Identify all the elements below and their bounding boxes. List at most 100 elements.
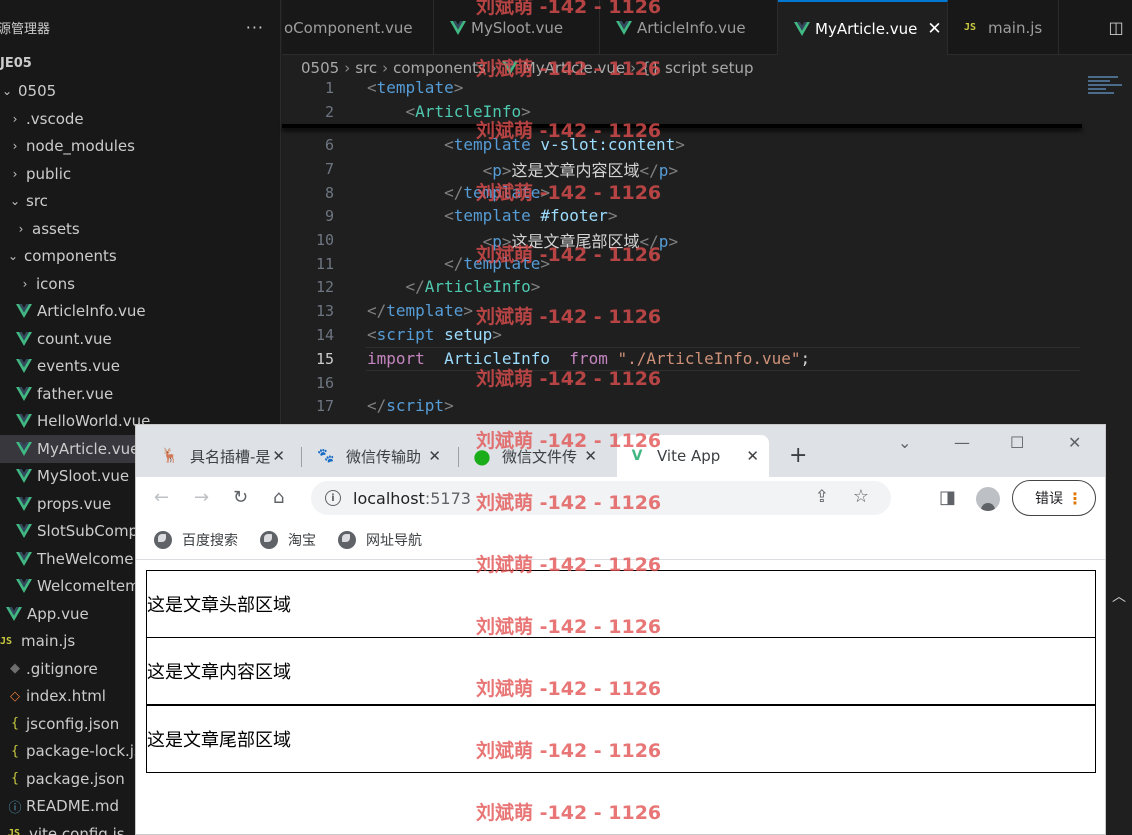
breadcrumb-item[interactable]: src (355, 59, 377, 77)
tree-item[interactable]: ⌄ 0505 (0, 78, 281, 106)
vue-file-icon (6, 606, 22, 621)
back-icon[interactable]: ← (154, 487, 169, 508)
code-line[interactable]: 8 </template> (282, 181, 1082, 205)
tab-search-icon[interactable]: ⌄ (898, 433, 911, 452)
code-token: setup (444, 325, 493, 345)
tree-item[interactable]: › .vscode (0, 105, 281, 133)
code-token: 这是文章尾部区域 (511, 231, 640, 251)
code-token: > (540, 254, 551, 274)
browser-tab[interactable]: 🐾 微信传输助 ✕ (306, 435, 451, 477)
code-token: </ (405, 277, 425, 297)
line-number: 12 (315, 277, 334, 296)
maximize-button[interactable]: ☐ (1010, 433, 1024, 452)
code-line[interactable]: 2 <ArticleInfo> (282, 100, 1082, 124)
tree-item-label: father.vue (37, 384, 114, 403)
browser-tab[interactable]: ● 微信文件传 ✕ (462, 435, 607, 477)
line-number: 6 (324, 135, 334, 154)
code-line[interactable]: 14 <script setup> (282, 323, 1082, 347)
code-line[interactable]: 16 (282, 371, 1082, 395)
home-icon[interactable]: ⌂ (273, 487, 284, 508)
tree-item[interactable]: count.vue (0, 325, 281, 353)
code-line[interactable]: 11 </template> (282, 252, 1082, 276)
tree-item-label: main.js (21, 632, 76, 651)
code-token: p (492, 231, 502, 251)
editor-tab[interactable]: JS main.js (948, 0, 1060, 55)
code-line[interactable]: 9 <template #footer> (282, 204, 1082, 228)
tab-title: 具名插槽-是 (190, 447, 271, 466)
browser-tab-active[interactable]: V Vite App ✕ (617, 435, 769, 477)
browser-tab[interactable]: 🦌 具名插槽-是 ✕ (150, 435, 295, 477)
tree-item-label: MySloot.vue (37, 467, 130, 486)
chevron-right-icon: › (12, 139, 18, 154)
breadcrumb-item[interactable]: components (393, 59, 486, 77)
editor-tab[interactable]: oComponent.vue (282, 0, 434, 55)
breadcrumb-item[interactable]: {} script setup (641, 59, 753, 77)
tree-item[interactable]: › assets (0, 215, 281, 243)
line-number: 14 (315, 325, 334, 344)
bookmark-label: 网址导航 (366, 532, 422, 549)
profile-avatar[interactable] (976, 487, 1000, 511)
code-line[interactable]: 10 <p>这是文章尾部区域</p> (282, 228, 1082, 252)
tree-item[interactable]: ⌄ src (0, 188, 281, 216)
code-line[interactable]: 7 <p>这是文章内容区域</p> (282, 157, 1082, 181)
url-port: :5173 (424, 488, 471, 508)
tree-item[interactable]: JE05 (0, 50, 281, 78)
code-line[interactable]: 17 </script> (282, 394, 1082, 418)
tree-item[interactable]: ArticleInfo.vue (0, 298, 281, 326)
code-token: template (376, 78, 454, 98)
code-line[interactable]: 15 import ArticleInfo from "./ArticleInfo… (282, 347, 1082, 371)
code-line[interactable]: 1 <template> (282, 76, 1082, 100)
bookmark-item[interactable]: 淘宝 (260, 530, 316, 550)
close-window-button[interactable]: ✕ (1068, 433, 1081, 452)
close-tab-icon[interactable]: ✕ (584, 447, 597, 465)
address-bar[interactable]: i localhost:5173 ⇪ ☆ (311, 481, 891, 515)
share-icon[interactable]: ⇪ (815, 487, 829, 507)
tree-item[interactable]: ⌄ components (0, 243, 281, 271)
breadcrumb-item[interactable]: MyArticle.vue (523, 59, 625, 77)
minimize-button[interactable]: — (954, 433, 970, 452)
side-panel-icon[interactable]: ◨ (939, 487, 956, 508)
menu-kebab-icon[interactable]: ⋮ (1067, 489, 1083, 508)
json-file-icon: { (10, 743, 20, 759)
close-tab-icon[interactable]: ✕ (272, 447, 285, 465)
minimap[interactable] (1088, 76, 1128, 116)
close-tab-icon[interactable]: ✕ (746, 447, 759, 465)
bookmark-item[interactable]: 百度搜索 (154, 530, 238, 550)
tree-item[interactable]: › node_modules (0, 133, 281, 161)
tab-title: 微信文件传 (502, 447, 578, 466)
code-token: from (569, 349, 608, 369)
tree-item-label: WelcomeItem. (37, 577, 145, 596)
tree-item[interactable]: › public (0, 160, 281, 188)
globe-icon (338, 530, 356, 549)
code-line[interactable]: 6 <template v-slot:content> (282, 133, 1082, 157)
code-line[interactable]: 12 </ArticleInfo> (282, 275, 1082, 299)
chevron-up-icon[interactable]: ︿ (1112, 586, 1126, 606)
close-tab-icon[interactable]: ✕ (927, 19, 941, 39)
tree-item-label: README.md (26, 797, 120, 816)
article-footer-text: 这是文章尾部区域 (147, 730, 291, 751)
tree-item-label: index.html (26, 687, 106, 706)
tree-item[interactable]: › icons (0, 270, 281, 298)
new-tab-button[interactable]: + (789, 443, 807, 468)
error-button[interactable]: 错误 ⋮ (1012, 480, 1096, 516)
editor-tab[interactable]: ArticleInfo.vue (600, 0, 778, 55)
bookmark-star-icon[interactable]: ☆ (853, 486, 869, 507)
chevron-down-icon: ⌄ (1, 84, 13, 99)
chevron-right-icon: › (12, 166, 18, 181)
code-line[interactable]: 13 </template> (282, 299, 1082, 323)
editor-tab-active[interactable]: MyArticle.vue ✕ (778, 0, 948, 55)
bookmark-item[interactable]: 网址导航 (338, 530, 422, 550)
tree-item[interactable]: events.vue (0, 353, 281, 381)
vue-file-icon (16, 496, 32, 511)
breadcrumb-item[interactable]: 0505 (301, 59, 339, 77)
split-editor-icon[interactable]: ◫ (1100, 0, 1132, 54)
editor-tab[interactable]: MySloot.vue (434, 0, 600, 55)
forward-icon[interactable]: → (194, 487, 209, 508)
code-token: 这是文章内容区域 (511, 160, 640, 180)
code-token: > (668, 231, 679, 251)
more-actions-icon[interactable]: ··· (246, 18, 264, 37)
close-tab-icon[interactable]: ✕ (428, 447, 441, 465)
tree-item[interactable]: father.vue (0, 380, 281, 408)
site-info-icon[interactable]: i (325, 490, 341, 506)
reload-icon[interactable]: ↻ (233, 487, 248, 508)
